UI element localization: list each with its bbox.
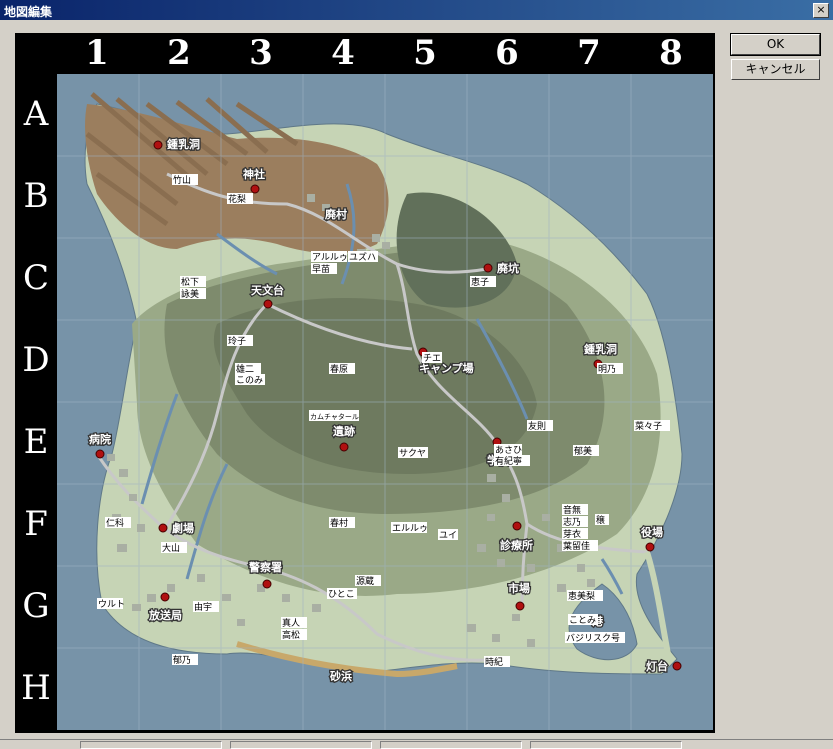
character-label: ことみ xyxy=(569,615,596,626)
character-label: 郁乃 xyxy=(173,654,191,666)
character-label: 雄二 xyxy=(236,363,254,375)
row-header-h: H xyxy=(17,648,55,728)
marker-byoin[interactable] xyxy=(95,449,105,459)
character-label: 源蔵 xyxy=(356,575,374,587)
character-label: 花梨 xyxy=(228,193,246,205)
marker-tenmondai[interactable] xyxy=(263,299,273,309)
character-label: 恵美梨 xyxy=(568,590,595,602)
close-button[interactable]: × xyxy=(813,3,829,18)
status-segment xyxy=(80,741,222,749)
location-label: 廃村 xyxy=(325,207,347,221)
marker-todai[interactable] xyxy=(672,661,682,671)
row-header-c: C xyxy=(17,238,55,318)
location-label: 砂浜 xyxy=(330,669,352,683)
character-label: 音無 xyxy=(563,504,581,516)
character-label: このみ xyxy=(236,375,263,386)
character-label: サクヤ xyxy=(399,448,426,459)
row-header-g: G xyxy=(17,566,55,646)
location-label: 天文台 xyxy=(251,283,284,297)
window-title: 地図編集 xyxy=(4,5,53,19)
character-label: エルルゥ xyxy=(392,524,428,534)
character-label: 春原 xyxy=(330,363,348,375)
character-label: 春村 xyxy=(330,517,348,529)
character-label: 高松 xyxy=(282,629,300,641)
ok-button[interactable]: OK xyxy=(730,33,821,56)
row-header-e: E xyxy=(17,402,55,482)
character-label: 仁科 xyxy=(106,517,124,529)
character-label: 恵子 xyxy=(471,276,489,288)
marker-gekijo[interactable] xyxy=(158,523,168,533)
row-header-a: A xyxy=(17,74,55,154)
column-header-4: 4 xyxy=(303,35,383,72)
marker-shinryojo[interactable] xyxy=(512,521,522,531)
marker-hosokyoku[interactable] xyxy=(160,592,170,602)
location-label: 遺跡 xyxy=(332,424,355,438)
character-label: あさひ xyxy=(495,445,522,456)
title-bar: 地図編集 × xyxy=(0,0,833,20)
character-label: 由宇 xyxy=(194,601,212,613)
location-label: 放送局 xyxy=(148,608,182,622)
location-label: 劇場 xyxy=(172,521,194,535)
character-label: バジリスク号 xyxy=(566,633,620,644)
character-label: チエ xyxy=(423,353,441,364)
character-label: 早苗 xyxy=(312,264,330,275)
character-label: 松下 xyxy=(181,276,199,288)
character-label: 真人 xyxy=(282,617,300,629)
column-header-5: 5 xyxy=(385,35,465,72)
character-label: 明乃 xyxy=(598,364,616,375)
location-label: 灯台 xyxy=(646,659,668,673)
character-label: 竹山 xyxy=(173,174,191,186)
location-label: 診療所 xyxy=(500,538,533,552)
character-label: 有紀寧 xyxy=(495,455,522,467)
marker-iseki[interactable] xyxy=(339,442,349,452)
character-label: 時紀 xyxy=(485,656,503,668)
location-label: 市場 xyxy=(508,581,530,595)
character-label: ユイ xyxy=(439,531,457,541)
column-header-7: 7 xyxy=(549,35,629,72)
location-label: 神社 xyxy=(243,167,265,181)
column-header-8: 8 xyxy=(631,35,711,72)
character-label: 志乃 xyxy=(563,516,581,528)
character-label: 芽衣 xyxy=(563,528,581,540)
character-label: 穣 xyxy=(596,514,605,526)
marker-jinja[interactable] xyxy=(250,184,260,194)
character-label: 友則 xyxy=(528,420,546,432)
marker-ichiba[interactable] xyxy=(515,601,525,611)
row-header-b: B xyxy=(17,156,55,236)
character-label: 玲子 xyxy=(228,335,246,347)
character-label: 葉留佳 xyxy=(563,540,590,552)
cancel-button[interactable]: キャンセル xyxy=(731,59,820,80)
character-label: 大山 xyxy=(162,542,180,554)
character-label: ひとこ xyxy=(328,589,355,600)
character-label: 郁美 xyxy=(574,445,592,457)
status-segment xyxy=(530,741,682,749)
marker-keisatsusho[interactable] xyxy=(262,579,272,589)
character-label: 詠美 xyxy=(181,288,199,300)
character-label: 菜々子 xyxy=(635,420,662,432)
marker-haiko[interactable] xyxy=(483,263,493,273)
row-header-f: F xyxy=(17,484,55,564)
island-map[interactable]: 鍾乳洞 神社 廃村 廃坑 天文台 キャンプ場 鍾乳洞 遺跡 病院 学校 劇場 診… xyxy=(57,74,713,730)
location-label: 警察署 xyxy=(248,560,282,574)
marker-shonyudo-north[interactable] xyxy=(153,140,163,150)
location-label: 病院 xyxy=(89,432,111,446)
status-segment xyxy=(380,741,522,749)
character-label: カムチャタール xyxy=(310,412,359,421)
character-label: ウルト xyxy=(98,599,125,610)
column-header-3: 3 xyxy=(221,35,301,72)
character-label: ユズハ xyxy=(349,251,376,263)
status-segment xyxy=(230,741,372,749)
location-label: 鍾乳洞 xyxy=(167,137,200,151)
column-header-2: 2 xyxy=(139,35,219,72)
column-header-6: 6 xyxy=(467,35,547,72)
location-label: 廃坑 xyxy=(497,261,519,275)
row-header-d: D xyxy=(17,320,55,400)
column-header-1: 1 xyxy=(57,35,137,72)
location-label: 鍾乳洞 xyxy=(584,342,617,356)
marker-yakuba[interactable] xyxy=(645,542,655,552)
character-label: アルルゥ xyxy=(312,253,348,263)
location-label: 役場 xyxy=(640,525,663,539)
